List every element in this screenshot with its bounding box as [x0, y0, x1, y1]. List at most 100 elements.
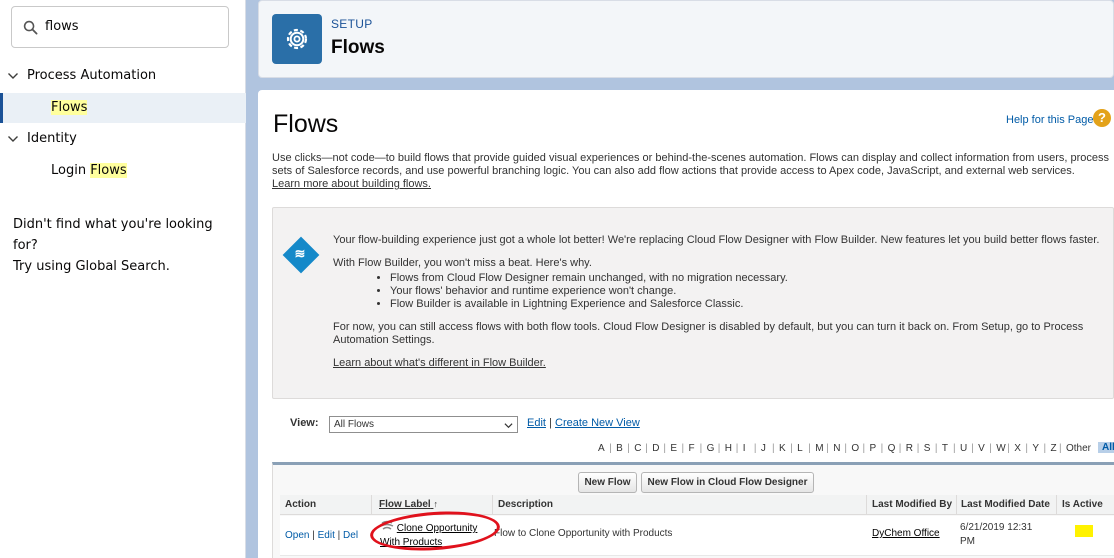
alphabet-filter-u[interactable]: U [960, 443, 967, 454]
tree-item-process-automation[interactable]: Process Automation [0, 61, 246, 91]
tree-item-label: Login Flows [51, 163, 127, 178]
alphabet-filter-v[interactable]: V [978, 443, 985, 454]
notice-paragraph: For now, you can still access flows with… [333, 321, 1084, 346]
setup-sidebar: flows Process Automation Flows Identity … [0, 0, 246, 558]
tree-item-login-flows[interactable]: Login Flows [0, 156, 246, 186]
alphabet-filter-n[interactable]: N [833, 443, 840, 454]
alphabet-filter-k[interactable]: K [779, 443, 786, 454]
alphabet-filter-i[interactable]: I [743, 443, 746, 454]
date-line: 6/21/2019 12:31 [960, 522, 1033, 533]
tree-item-label: Process Automation [27, 68, 157, 83]
alphabet-filter-other[interactable]: Other [1066, 443, 1091, 454]
alphabet-filter-l[interactable]: L [797, 443, 803, 454]
alphabet-filter-g[interactable]: G [707, 443, 715, 454]
alphabet-filter-m[interactable]: M [815, 443, 823, 454]
alphabet-filter: A | B | C | D | E | F | G | H | I | J | K | L | M | N | O | P | Q | R | S | T |… [594, 441, 1114, 457]
separator: | [898, 443, 902, 454]
column-divider [492, 495, 493, 515]
alphabet-filter-h[interactable]: H [725, 443, 732, 454]
separator: | [337, 530, 341, 541]
alphabet-filter-d[interactable]: D [652, 443, 659, 454]
alphabet-filter-all[interactable]: All [1098, 442, 1114, 453]
notice-bullet: Your flows' behavior and runtime experie… [390, 285, 1109, 298]
alphabet-filter-j[interactable]: J [761, 443, 766, 454]
notice-bullets: Flows from Cloud Flow Designer remain un… [333, 272, 1109, 311]
tree-item-label: Identity [27, 131, 77, 146]
chevron-down-icon[interactable] [7, 70, 19, 82]
tree-item-flows[interactable]: Flows [0, 93, 246, 123]
separator: | [862, 443, 866, 454]
search-input-value[interactable]: flows [45, 19, 79, 34]
flow-builder-notice: ≋ Your flow-building experience just got… [272, 207, 1114, 399]
main-content: Flows Help for this Page ? Use clicks—no… [258, 90, 1114, 558]
chevron-down-icon[interactable] [7, 133, 19, 145]
flow-diamond-icon: ≋ [282, 236, 320, 274]
notice-text: Your flow-building experience just got a… [333, 234, 1109, 370]
alphabet-filter-o[interactable]: O [851, 443, 859, 454]
alphabet-filter-r[interactable]: R [906, 443, 913, 454]
search-icon [23, 20, 38, 35]
alphabet-filter-t[interactable]: T [942, 443, 948, 454]
notice-bullet: Flow Builder is available in Lightning E… [390, 298, 1109, 311]
separator: | [735, 443, 739, 454]
tree-item-label: Flows [51, 100, 88, 115]
search-highlight: Flows [90, 163, 127, 178]
alphabet-filter-f[interactable]: F [689, 443, 695, 454]
delete-link[interactable]: Del [343, 530, 358, 541]
col-flow-label[interactable]: Flow Label ↑ [379, 499, 438, 510]
separator: | [699, 443, 703, 454]
separator: | [934, 443, 938, 454]
separator: | [609, 443, 612, 454]
column-divider [371, 495, 372, 515]
separator: | [808, 443, 811, 454]
alphabet-filter-b[interactable]: B [616, 443, 623, 454]
intro-paragraph: Use clicks—not code—to build flows that … [272, 152, 1110, 177]
breadcrumb: SETUP [331, 17, 373, 31]
separator: | [1043, 443, 1047, 454]
alphabet-filter-e[interactable]: E [670, 443, 677, 454]
page-title: Flows [331, 37, 385, 58]
alphabet-filter-s[interactable]: S [924, 443, 931, 454]
row-actions: Open | Edit | Del [285, 530, 358, 541]
separator: | [645, 443, 648, 454]
help-link[interactable]: Help for this Page [1006, 114, 1093, 126]
whats-different-link[interactable]: Learn about what's different in Flow Bui… [333, 357, 546, 369]
search-highlight: Flows [51, 100, 88, 115]
alphabet-filter-q[interactable]: Q [888, 443, 896, 454]
new-flow-button[interactable]: New Flow [578, 472, 637, 493]
help-icon[interactable]: ? [1093, 109, 1111, 127]
chevron-down-icon [504, 423, 513, 429]
alphabet-filter-a[interactable]: A [598, 443, 605, 454]
open-link[interactable]: Open [285, 530, 309, 541]
alphabet-filter-p[interactable]: P [870, 443, 877, 454]
tree-item-identity[interactable]: Identity [0, 124, 246, 154]
user-link[interactable]: DyChem Office [872, 528, 940, 539]
separator: | [826, 443, 829, 454]
col-last-modified-date: Last Modified Date [961, 499, 1050, 510]
alphabet-filter-y[interactable]: Y [1032, 443, 1039, 454]
separator: | [681, 443, 685, 454]
notice-paragraph: With Flow Builder, you won't miss a beat… [333, 257, 592, 269]
separator: | [880, 443, 884, 454]
alphabet-filter-w[interactable]: W [996, 443, 1005, 454]
edit-view-link[interactable]: Edit [527, 417, 546, 429]
separator: | [790, 443, 793, 454]
separator: | [971, 443, 974, 454]
create-new-view-link[interactable]: Create New View [555, 417, 640, 429]
separator: | [753, 443, 757, 454]
sort-ascending-icon: ↑ [433, 499, 438, 509]
alphabet-filter-x[interactable]: X [1014, 443, 1021, 454]
quick-find-search-input[interactable]: flows [11, 6, 229, 48]
notice-bullet: Flows from Cloud Flow Designer remain un… [390, 272, 1109, 285]
separator: | [312, 530, 315, 541]
intro-text: Use clicks—not code—to build flows that … [272, 152, 1112, 191]
learn-more-link[interactable]: Learn more about building flows. [272, 178, 431, 190]
edit-link[interactable]: Edit [318, 530, 335, 541]
is-active-checkbox [1075, 525, 1093, 537]
view-select[interactable]: All Flows [329, 416, 518, 433]
view-select-value: All Flows [334, 419, 375, 430]
alphabet-filter-z[interactable]: Z [1051, 443, 1057, 454]
notice-paragraph: Your flow-building experience just got a… [333, 234, 1100, 246]
alphabet-filter-c[interactable]: C [634, 443, 641, 454]
new-flow-cfd-button[interactable]: New Flow in Cloud Flow Designer [641, 472, 814, 493]
